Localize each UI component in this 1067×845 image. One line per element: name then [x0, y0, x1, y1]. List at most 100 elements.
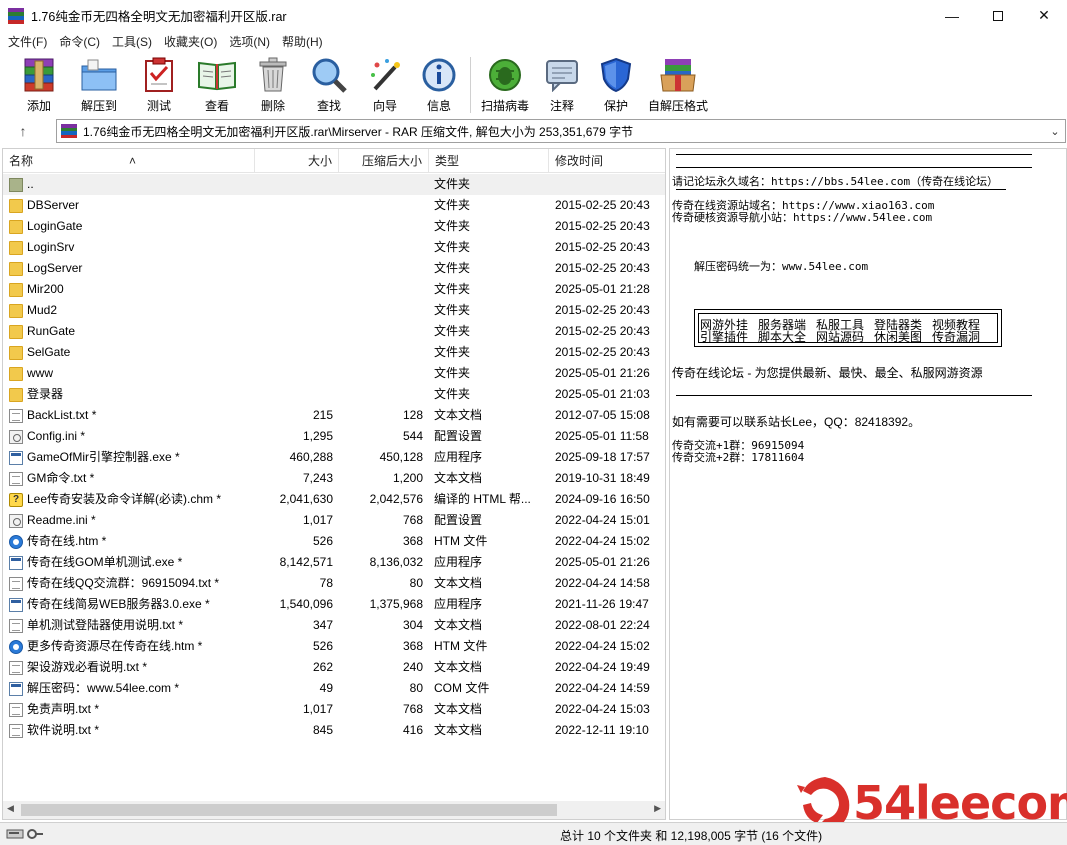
file-row[interactable]: 传奇在线GOM单机测试.exe * 8,142,571 8,136,032 应用程序 2…: [3, 552, 665, 573]
winrar-app-icon[interactable]: [8, 7, 24, 24]
menu-file[interactable]: 文件(F): [2, 33, 53, 50]
address-bar[interactable]: 1.76纯金币无四格全明文无加密福利开区版.rar\Mirserver - RA…: [56, 119, 1066, 143]
file-type: 文本文档: [434, 471, 483, 485]
file-name: Lee传奇安装及命令详解(必读).chm *: [27, 492, 222, 506]
maximize-button[interactable]: [975, 0, 1021, 31]
file-row[interactable]: 单机测试登陆器使用说明.txt * 347 304 文本文档 2022-08-01 22…: [3, 615, 665, 636]
file-name: Config.ini *: [27, 429, 86, 443]
add-button[interactable]: 添加: [14, 55, 64, 114]
minimize-button[interactable]: —: [929, 0, 975, 31]
info-button[interactable]: 信息: [414, 55, 464, 114]
file-row[interactable]: .. 文件夹: [3, 174, 665, 195]
file-name-cell: Mir200: [9, 279, 253, 300]
file-modified: 2015-02-25 20:43: [555, 198, 650, 212]
virus-scan-button[interactable]: 扫描病毒: [477, 55, 533, 114]
extract-to-button[interactable]: 解压到: [68, 55, 130, 114]
horizontal-scrollbar[interactable]: ◀ ▶: [3, 801, 665, 819]
file-row[interactable]: ? Lee传奇安装及命令详解(必读).chm * 2,041,630 2,042,57…: [3, 489, 665, 510]
ini-icon: [9, 429, 23, 444]
file-row[interactable]: 解压密码：www.54lee.com * 49 80 COM 文件 2022-04-24…: [3, 678, 665, 699]
file-name: 传奇在线GOM单机测试.exe *: [27, 555, 183, 569]
folder-up-icon: [9, 177, 23, 192]
file-name-cell: BackList.txt *: [9, 405, 253, 426]
window-title: 1.76纯金币无四格全明文无加密福利开区版.rar: [31, 10, 287, 24]
file-row[interactable]: 登录器 文件夹 2025-05-01 21:03: [3, 384, 665, 405]
file-name-cell: 软件说明.txt *: [9, 720, 253, 741]
file-size: 7,243: [302, 471, 333, 485]
info-label: 信息: [426, 99, 451, 113]
chevron-down-icon[interactable]: ⌄: [1045, 125, 1065, 138]
comment-label: 注释: [549, 99, 574, 113]
file-row[interactable]: 免责声明.txt * 1,017 768 文本文档 2022-04-24 15:03: [3, 699, 665, 720]
wizard-button[interactable]: 向导: [360, 55, 410, 114]
file-row[interactable]: GameOfMir引擎控制器.exe * 460,288 450,128 应用程序 20…: [3, 447, 665, 468]
file-row[interactable]: www 文件夹 2025-05-01 21:26: [3, 363, 665, 384]
test-button[interactable]: 测试: [134, 55, 184, 114]
view-book-icon: [197, 55, 237, 95]
folder-icon: [9, 387, 23, 402]
column-header-size[interactable]: 大小: [255, 149, 339, 173]
column-header-type[interactable]: 类型: [429, 149, 549, 173]
file-row[interactable]: Config.ini * 1,295 544 配置设置 2025-05-01 11:58: [3, 426, 665, 447]
menu-favorites[interactable]: 收藏夹(O): [158, 33, 223, 50]
file-row[interactable]: 软件说明.txt * 845 416 文本文档 2022-12-11 19:10: [3, 720, 665, 741]
vertical-scrollbar[interactable]: [1049, 149, 1066, 819]
file-row[interactable]: LoginGate 文件夹 2015-02-25 20:43: [3, 216, 665, 237]
file-size: 78: [319, 576, 333, 590]
close-button[interactable]: ✕: [1021, 0, 1067, 31]
file-modified: 2022-04-24 15:02: [555, 639, 650, 653]
file-row[interactable]: LogServer 文件夹 2015-02-25 20:43: [3, 258, 665, 279]
info-icon: [419, 55, 459, 95]
protect-button[interactable]: 保护: [591, 55, 641, 114]
view-button[interactable]: 查看: [188, 55, 246, 114]
doc-icon: [9, 723, 23, 738]
file-type: 应用程序: [434, 450, 483, 464]
file-modified: 2021-11-26 19:47: [555, 597, 649, 611]
file-row[interactable]: GM命令.txt * 7,243 1,200 文本文档 2019-10-31 18:49: [3, 468, 665, 489]
folder-icon: [9, 282, 23, 297]
shield-icon: [596, 55, 636, 95]
column-header-modified[interactable]: 修改时间: [549, 149, 665, 173]
file-row[interactable]: 传奇在线QQ交流群：96915094.txt * 78 80 文本文档 2022-04-…: [3, 573, 665, 594]
file-row[interactable]: RunGate 文件夹 2015-02-25 20:43: [3, 321, 665, 342]
file-row[interactable]: BackList.txt * 215 128 文本文档 2012-07-05 15:08: [3, 405, 665, 426]
menu-tools[interactable]: 工具(S): [106, 33, 158, 50]
scroll-right-icon[interactable]: ▶: [654, 803, 661, 814]
column-header-row: 名称 ˄ 大小 压缩后大小 类型 修改时间: [3, 149, 665, 173]
file-row[interactable]: 架设游戏必看说明.txt * 262 240 文本文档 2022-04-24 19:49: [3, 657, 665, 678]
file-row[interactable]: Readme.ini * 1,017 768 配置设置 2022-04-24 15:01: [3, 510, 665, 531]
sfx-button[interactable]: 自解压格式: [645, 55, 711, 114]
file-row[interactable]: Mir200 文件夹 2025-05-01 21:28: [3, 279, 665, 300]
menu-help[interactable]: 帮助(H): [276, 33, 329, 50]
file-row[interactable]: 传奇在线简易WEB服务器3.0.exe * 1,540,096 1,375,968 应…: [3, 594, 665, 615]
comment-button[interactable]: 注释: [537, 55, 587, 114]
menu-commands[interactable]: 命令(C): [53, 33, 106, 50]
ad-banner-box: 网游外挂 服务器端 私服工具 登陆器类 视频教程 引擎插件 脚本大全 网站源码 …: [694, 309, 1002, 347]
file-row[interactable]: 更多传奇资源尽在传奇在线.htm * 526 368 HTM 文件 2022-04-24…: [3, 636, 665, 657]
delete-button[interactable]: 删除: [248, 55, 298, 114]
nav-site-text: 传奇硬核资源导航小站：https://www.54lee.com: [672, 211, 933, 224]
up-button[interactable]: ↑: [0, 118, 46, 144]
file-type: 文件夹: [434, 198, 471, 212]
column-header-packed[interactable]: 压缩后大小: [339, 149, 429, 173]
file-row[interactable]: LoginSrv 文件夹 2015-02-25 20:43: [3, 237, 665, 258]
scrollbar-thumb[interactable]: [21, 804, 557, 816]
file-modified: 2022-04-24 15:01: [555, 513, 650, 527]
drive-key-icon[interactable]: [6, 827, 44, 841]
menu-options[interactable]: 选项(N): [223, 33, 276, 50]
file-type: 文件夹: [434, 240, 471, 254]
file-row[interactable]: SelGate 文件夹 2015-02-25 20:43: [3, 342, 665, 363]
file-row[interactable]: DBServer 文件夹 2015-02-25 20:43: [3, 195, 665, 216]
file-row[interactable]: 传奇在线.htm * 526 368 HTM 文件 2022-04-24 15:02: [3, 531, 665, 552]
file-name: SelGate: [27, 345, 71, 359]
file-packed-size: 8,136,032: [369, 555, 423, 569]
file-name-cell: Config.ini *: [9, 426, 253, 447]
file-row[interactable]: Mud2 文件夹 2015-02-25 20:43: [3, 300, 665, 321]
find-button[interactable]: 查找: [304, 55, 354, 114]
file-type: 文本文档: [434, 576, 483, 590]
delete-label: 删除: [260, 99, 285, 113]
scroll-left-icon[interactable]: ◀: [7, 803, 14, 814]
file-name-cell: SelGate: [9, 342, 253, 363]
archive-comment-pane[interactable]: 请记论坛永久域名：https://bbs.54lee.com（传奇在线论坛） 传…: [669, 148, 1067, 820]
sfx-box-icon: [658, 55, 698, 95]
